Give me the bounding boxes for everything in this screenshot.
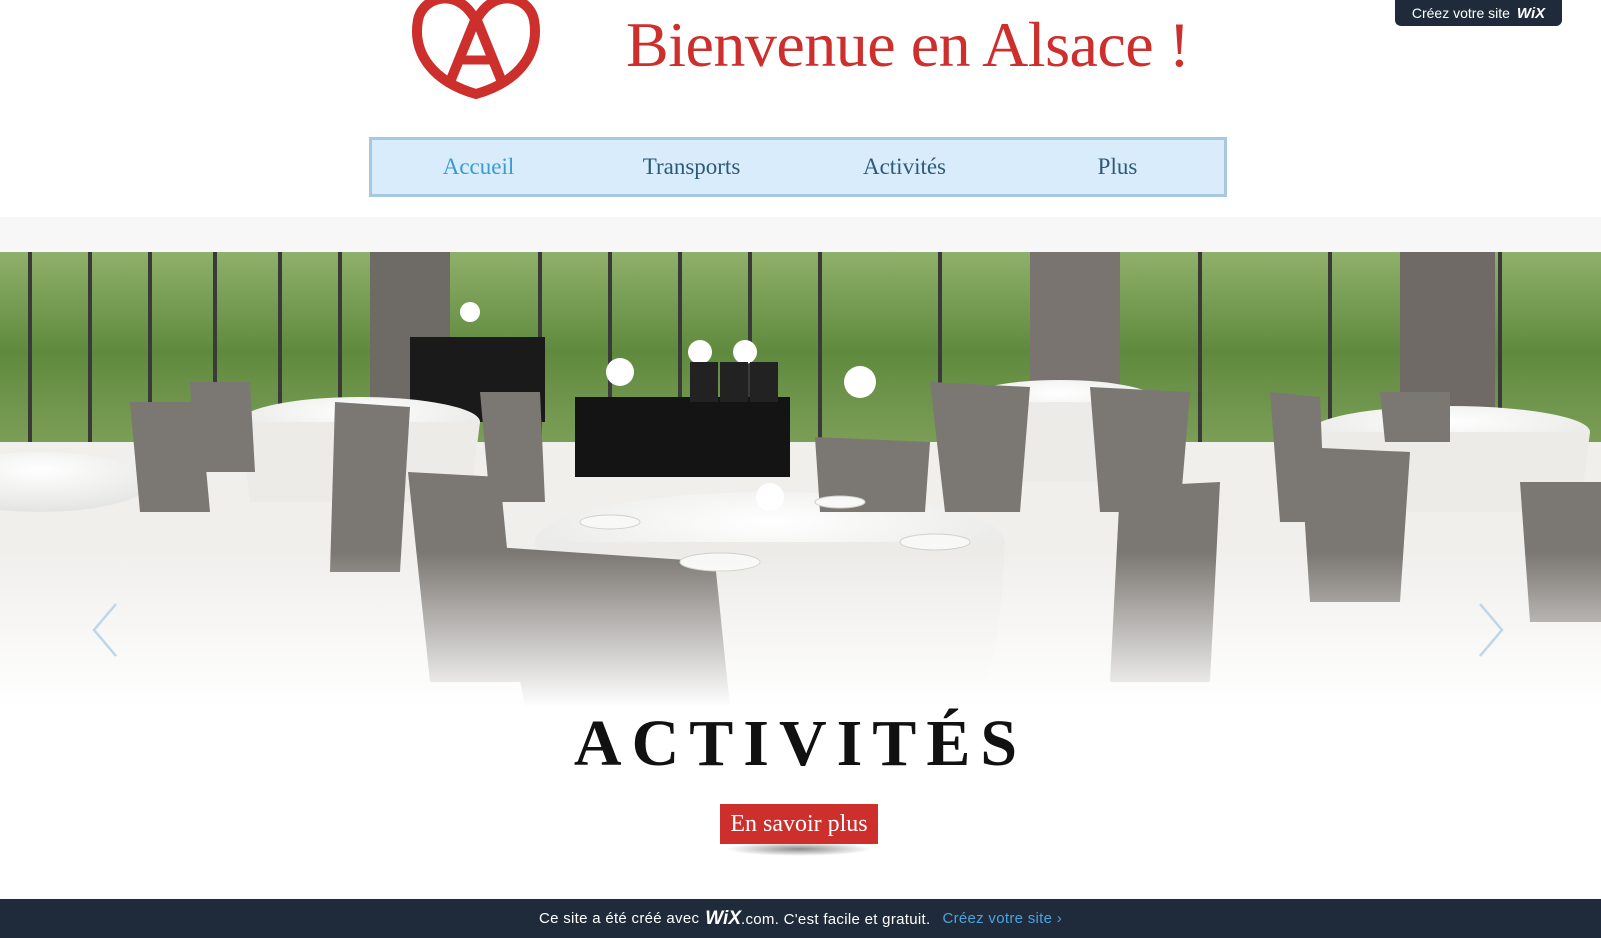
nav-item-activites[interactable]: Activités [798, 140, 1011, 194]
site-title: Bienvenue en Alsace ! [626, 9, 1190, 80]
wix-badge-text: Créez votre site [1411, 5, 1510, 21]
cta-shadow [726, 842, 872, 856]
footer-wix-brand: WiX .com. C'est facile et gratuit. [705, 908, 930, 930]
wix-logo-icon: WiX [1516, 4, 1546, 22]
restaurant-photo [0, 252, 1601, 707]
hero-slideshow [0, 252, 1601, 707]
footer-text-after: .com. C'est facile et gratuit. [741, 910, 931, 928]
nav-item-plus[interactable]: Plus [1011, 140, 1224, 194]
footer-text-before: Ce site a été créé avec [538, 910, 700, 927]
alsace-logo-icon[interactable] [406, 0, 546, 102]
nav-item-transports[interactable]: Transports [585, 140, 798, 194]
nav-item-accueil[interactable]: Accueil [372, 140, 585, 194]
cta-container: En savoir plus [720, 804, 878, 864]
create-site-link[interactable]: Créez votre site › [942, 910, 1062, 927]
header-divider-band [0, 217, 1601, 252]
wix-footer-banner: Ce site a été créé avec WiX .com. C'est … [0, 899, 1601, 938]
wix-create-site-badge[interactable]: Créez votre site WiX [1395, 0, 1562, 26]
site-header: Bienvenue en Alsace ! Créez votre site W… [0, 0, 1601, 217]
section-heading: ACTIVITÉS [573, 707, 1028, 780]
chevron-left-icon[interactable] [86, 600, 126, 660]
learn-more-button[interactable]: En savoir plus [720, 804, 878, 844]
main-nav: Accueil Transports Activités Plus [369, 137, 1227, 197]
wix-logo-icon: WiX [705, 907, 741, 929]
chevron-right-icon[interactable] [1470, 600, 1510, 660]
